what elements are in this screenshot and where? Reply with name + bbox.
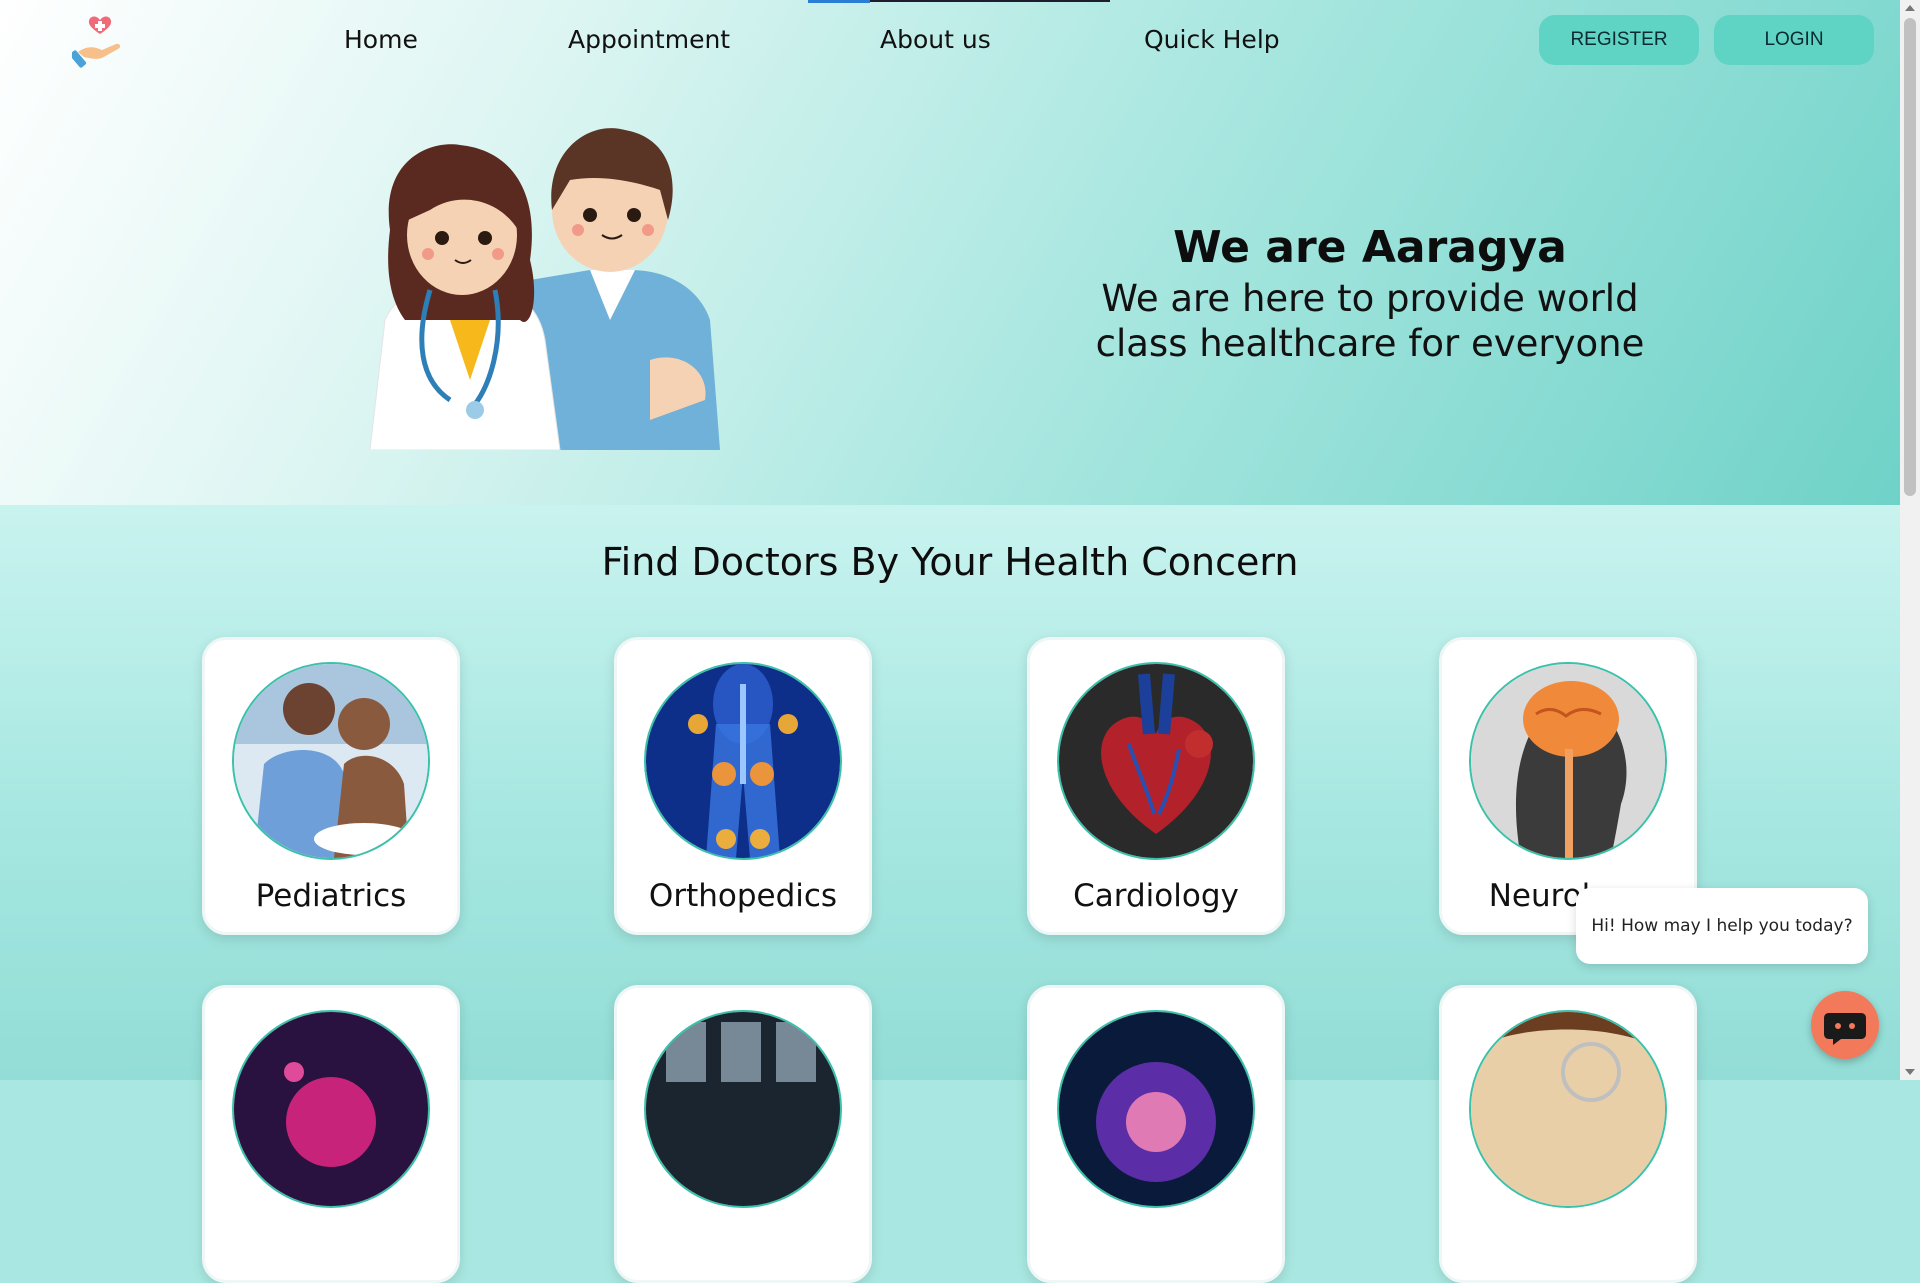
card-row2-1[interactable] xyxy=(202,985,460,1283)
orthopedics-image xyxy=(644,662,842,860)
virus-image xyxy=(232,1010,430,1208)
register-button[interactable]: REGISTER xyxy=(1539,15,1699,65)
eye-care-image xyxy=(1469,1010,1667,1208)
card-row2-2[interactable] xyxy=(614,985,872,1283)
login-button[interactable]: LOGIN xyxy=(1714,15,1874,65)
nav-appointment[interactable]: Appointment xyxy=(568,20,730,60)
chat-button[interactable] xyxy=(1811,991,1879,1059)
embryo-image xyxy=(1057,1010,1255,1208)
hero-subtitle-line-1: We are here to provide world xyxy=(1101,277,1639,320)
nav-active-accent xyxy=(808,0,870,3)
chat-greeting-bubble[interactable]: Hi! How may I help you today? xyxy=(1576,888,1868,964)
scroll-down-icon[interactable] xyxy=(1905,1069,1915,1075)
card-pediatrics[interactable]: Pediatrics xyxy=(202,637,460,935)
card-row2-4[interactable] xyxy=(1439,985,1697,1283)
nav-about-us[interactable]: About us xyxy=(880,20,991,60)
logo-icon[interactable] xyxy=(72,12,128,68)
card-orthopedics[interactable]: Orthopedics xyxy=(614,637,872,935)
nav-home[interactable]: Home xyxy=(344,20,418,60)
hero-subtitle-line-2: class healthcare for everyone xyxy=(1095,322,1645,365)
card-row2-3[interactable] xyxy=(1027,985,1285,1283)
scroll-thumb[interactable] xyxy=(1904,18,1916,496)
card-label: Cardiology xyxy=(1073,878,1239,914)
card-label: Orthopedics xyxy=(648,878,838,914)
chat-icon xyxy=(1824,1013,1866,1045)
card-label: Pediatrics xyxy=(255,878,407,914)
card-cardiology[interactable]: Cardiology xyxy=(1027,637,1285,935)
scroll-up-icon[interactable] xyxy=(1905,5,1915,11)
hero-text: We are Aaragya We are here to provide wo… xyxy=(1060,220,1680,366)
section-title: Find Doctors By Your Health Concern xyxy=(601,540,1299,584)
hero-title: We are Aaragya xyxy=(1173,222,1567,273)
page-scrollbar[interactable] xyxy=(1900,0,1920,1080)
pediatrics-image xyxy=(232,662,430,860)
doctors-illustration xyxy=(369,128,720,450)
neurology-image xyxy=(1469,662,1667,860)
xray-image xyxy=(644,1010,842,1208)
nav-quick-help[interactable]: Quick Help xyxy=(1144,20,1280,60)
cardiology-image xyxy=(1057,662,1255,860)
